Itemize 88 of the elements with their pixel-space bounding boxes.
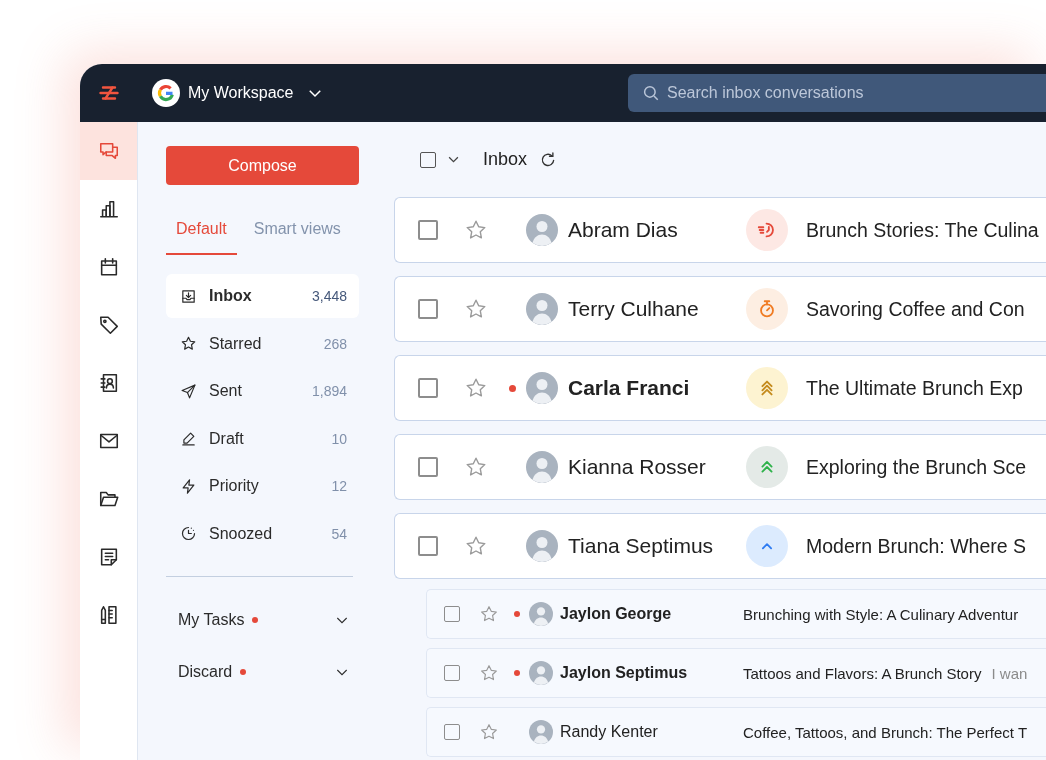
checkbox[interactable] [418, 536, 438, 556]
pencil-icon [180, 430, 197, 448]
checkbox[interactable] [418, 299, 438, 319]
avatar-icon [526, 530, 558, 562]
folder-label: Priority [209, 477, 259, 496]
conversation-row[interactable]: Terry Culhane Savoring Coffee and Con [394, 276, 1046, 342]
count-label: 54 [331, 525, 347, 542]
bar-chart-icon [97, 198, 120, 220]
count-label: 268 [323, 335, 347, 352]
star-icon [180, 335, 197, 353]
preview-text: I wan [991, 664, 1028, 682]
avatar-icon [526, 293, 558, 325]
sender-name: Terry Culhane [568, 297, 699, 320]
reply-row[interactable]: Jaylon George Brunching with Style: A Culinary Adventur [426, 589, 1046, 639]
section-label: My Tasks [178, 610, 245, 629]
folder-item[interactable]: Priority 12 [166, 464, 359, 509]
subject-text: Brunching with Style: A Culinary Adventur [743, 605, 1019, 623]
tag-icon [97, 314, 120, 336]
star-icon[interactable] [464, 534, 488, 558]
workspace-logo-icon [152, 79, 180, 107]
star-icon[interactable] [464, 455, 488, 479]
sender-name: Randy Kenter [560, 723, 658, 740]
avatar-icon [526, 372, 558, 404]
star-icon[interactable] [479, 722, 499, 742]
avatar-icon [529, 602, 553, 626]
subject-text: Savoring Coffee and Con [806, 297, 1025, 321]
folder-item[interactable]: Inbox 3,448 [166, 274, 359, 318]
conversation-row[interactable]: Tiana Septimus Modern Brunch: Where S [394, 513, 1046, 579]
lightning-icon [180, 477, 197, 495]
section-toggle[interactable]: Discard [166, 645, 359, 698]
avatar-icon [526, 214, 558, 246]
folder-title: Inbox [483, 149, 528, 170]
conversation-row[interactable]: Carla Franci The Ultimate Brunch Exp [394, 355, 1046, 421]
checkbox[interactable] [444, 606, 460, 622]
folder-item[interactable]: Draft 10 [166, 416, 359, 461]
section-toggle[interactable]: My Tasks [166, 593, 359, 646]
sender-name: Kianna Rosser [568, 455, 706, 478]
star-icon[interactable] [464, 218, 488, 242]
reply-row[interactable]: Jaylon Septimus Tattoos and Flavors: A Brunch Story I wan [426, 648, 1046, 698]
star-icon[interactable] [479, 604, 499, 624]
chat-bubbles-icon [97, 140, 120, 162]
tab[interactable]: Default [166, 205, 237, 255]
sender-name: Jaylon George [560, 605, 672, 622]
subject-text: Coffee, Tattoos, and Brunch: The Perfect T [743, 723, 1028, 741]
star-icon[interactable] [464, 376, 488, 400]
subject-text: Exploring the Brunch Sce [806, 455, 1027, 479]
count-label: 3,448 [311, 288, 347, 304]
count-label: 10 [331, 430, 347, 447]
folder-label: Sent [209, 382, 242, 401]
subject-text: Tattoos and Flavors: A Brunch Story [743, 664, 982, 682]
sender-name: Abram Dias [568, 218, 678, 241]
clock-icon [180, 525, 197, 543]
reply-row[interactable]: Randy Kenter Coffee, Tattoos, and Brunch: The Perfect T [426, 707, 1046, 757]
conversation-row[interactable]: Abram Dias Brunch Stories: The Culina [394, 197, 1046, 263]
sender-name: Carla Franci [568, 376, 690, 399]
avatar-icon [529, 720, 553, 744]
subject-text: The Ultimate Brunch Exp [806, 376, 1023, 400]
compose-button[interactable]: Compose [166, 146, 359, 185]
checkbox[interactable] [418, 220, 438, 240]
workspace-switcher[interactable]: My Workspace [152, 79, 324, 107]
checkbox[interactable] [444, 724, 460, 740]
folder-label: Draft [209, 429, 244, 448]
folder-label: Starred [209, 334, 262, 353]
inbox-tray-icon [180, 287, 197, 305]
avatar-icon [529, 661, 553, 685]
section-label: Discard [178, 662, 233, 681]
count-label: 1,894 [311, 383, 347, 400]
checkbox[interactable] [418, 457, 438, 477]
folder-item[interactable]: Sent 1,894 [166, 369, 359, 414]
search-icon [642, 84, 660, 102]
avatar-icon [526, 451, 558, 483]
count-label: 12 [331, 478, 347, 495]
search-field[interactable]: Search inbox conversations [628, 74, 1046, 112]
star-icon[interactable] [479, 663, 499, 683]
star-icon[interactable] [464, 297, 488, 321]
subject-text: Modern Brunch: Where S [806, 534, 1026, 558]
folder-item[interactable]: Starred 268 [166, 321, 359, 366]
checkbox[interactable] [444, 665, 460, 681]
checkbox[interactable] [418, 378, 438, 398]
folder-label: Inbox [209, 287, 252, 305]
conversation-row[interactable]: Kianna Rosser Exploring the Brunch Sce [394, 434, 1046, 500]
select-all-checkbox[interactable] [420, 151, 436, 168]
sender-name: Tiana Septimus [568, 534, 714, 557]
paper-plane-icon [180, 382, 197, 400]
sender-name: Jaylon Septimus [560, 664, 688, 681]
folder-label: Snoozed [209, 524, 273, 543]
folder-item[interactable]: Snoozed 54 [166, 511, 359, 556]
subject-text: Brunch Stories: The Culina [806, 218, 1039, 242]
